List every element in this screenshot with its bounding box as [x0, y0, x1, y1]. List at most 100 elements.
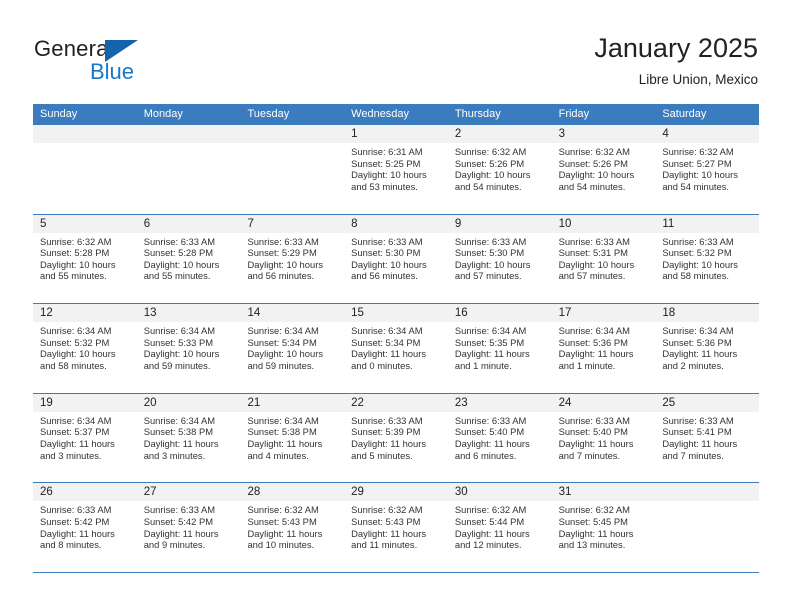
sunrise-time: Sunrise: 6:32 AM	[454, 504, 527, 516]
sunrise-time: Sunrise: 6:34 AM	[40, 325, 112, 337]
daylight-duration-line1: Daylight: 11 hours	[143, 437, 219, 449]
calendar-day-cell[interactable]: 26 Sunrise: 6:33 AM Sunset: 5:42 PM Dayligh…	[33, 483, 137, 572]
day-number: 27	[136, 483, 241, 502]
calendar-day-cell[interactable]: 23 Sunrise: 6:33 AM Sunset: 5:40 PM Dayligh…	[447, 393, 552, 483]
calendar-day-cell[interactable]: 27 Sunrise: 6:33 AM Sunset: 5:42 PM Dayligh…	[136, 483, 241, 572]
calendar-week-row: 5 Sunrise: 6:32 AM Sunset: 5:28 PM Daylight…	[33, 214, 760, 305]
calendar-day-cell-empty	[240, 125, 345, 214]
day-sun-info: Sunrise: 6:33 AM Sunset: 5:42 PM Daylight:…	[33, 501, 137, 550]
calendar-day-cell[interactable]: 9 Sunrise: 6:33 AM Sunset: 5:30 PM Daylight…	[447, 214, 552, 304]
calendar-day-cell[interactable]: 24 Sunrise: 6:33 AM Sunset: 5:40 PM Dayligh…	[551, 393, 656, 483]
day-sun-info: Sunrise: 6:32 AM Sunset: 5:45 PM Daylight:…	[552, 501, 656, 550]
day-number	[136, 125, 241, 143]
sunset-time: Sunset: 5:25 PM	[351, 157, 421, 169]
sunrise-time: Sunrise: 6:33 AM	[40, 504, 112, 516]
daylight-duration-line1: Daylight: 10 hours	[40, 258, 116, 270]
sunset-time: Sunset: 5:45 PM	[558, 515, 628, 527]
sunrise-time: Sunrise: 6:34 AM	[558, 325, 630, 337]
day-sun-info: Sunrise: 6:33 AM Sunset: 5:31 PM Daylight:…	[552, 233, 656, 282]
day-sun-info: Sunrise: 6:34 AM Sunset: 5:32 PM Daylight:…	[33, 322, 137, 371]
sunrise-time: Sunrise: 6:33 AM	[454, 414, 527, 426]
daylight-duration-line2: and 1 minute.	[454, 359, 512, 371]
calendar-day-cell[interactable]: 2 Sunrise: 6:32 AM Sunset: 5:26 PM Daylight…	[447, 125, 552, 214]
day-sun-info: Sunrise: 6:33 AM Sunset: 5:42 PM Daylight:…	[137, 501, 241, 550]
day-sun-info: Sunrise: 6:34 AM Sunset: 5:34 PM Daylight:…	[344, 322, 448, 371]
calendar-day-cell[interactable]: 14 Sunrise: 6:34 AM Sunset: 5:34 PM Dayligh…	[240, 304, 345, 393]
calendar-day-cell[interactable]: 7 Sunrise: 6:33 AM Sunset: 5:29 PM Daylight…	[240, 214, 345, 304]
day-sun-info: Sunrise: 6:32 AM Sunset: 5:44 PM Daylight:…	[448, 501, 552, 550]
day-number: 3	[551, 125, 656, 143]
day-number: 6	[136, 214, 241, 233]
calendar-day-cell[interactable]: 11 Sunrise: 6:33 AM Sunset: 5:32 PM Dayligh…	[655, 214, 760, 304]
day-number: 23	[447, 393, 552, 412]
sunset-time: Sunset: 5:38 PM	[143, 426, 214, 438]
daylight-duration-line1: Daylight: 10 hours	[247, 258, 324, 270]
day-number: 19	[33, 393, 137, 412]
daylight-duration-line1: Daylight: 11 hours	[662, 437, 738, 449]
calendar-day-cell[interactable]: 18 Sunrise: 6:34 AM Sunset: 5:36 PM Dayligh…	[655, 304, 760, 393]
calendar-day-cell[interactable]: 17 Sunrise: 6:34 AM Sunset: 5:36 PM Dayligh…	[551, 304, 656, 393]
day-sun-info: Sunrise: 6:33 AM Sunset: 5:40 PM Daylight:…	[448, 412, 552, 461]
day-sun-info: Sunrise: 6:32 AM Sunset: 5:28 PM Daylight:…	[33, 233, 137, 282]
daylight-duration-line2: and 58 minutes.	[40, 359, 107, 371]
calendar-day-cell[interactable]: 5 Sunrise: 6:32 AM Sunset: 5:28 PM Daylight…	[33, 214, 137, 304]
calendar-week-row: 19 Sunrise: 6:34 AM Sunset: 5:37 PM Dayligh…	[33, 393, 760, 484]
daylight-duration-line2: and 7 minutes.	[662, 449, 724, 461]
daylight-duration-line2: and 7 minutes.	[558, 449, 621, 461]
calendar-day-cell[interactable]: 21 Sunrise: 6:34 AM Sunset: 5:38 PM Dayligh…	[240, 393, 345, 483]
sunrise-time: Sunrise: 6:33 AM	[143, 504, 216, 516]
daylight-duration-line1: Daylight: 10 hours	[558, 169, 635, 181]
sunset-time: Sunset: 5:41 PM	[662, 426, 732, 438]
day-sun-info: Sunrise: 6:33 AM Sunset: 5:39 PM Daylight:…	[344, 412, 448, 461]
sunrise-time: Sunrise: 6:31 AM	[351, 146, 423, 157]
calendar-day-cell[interactable]: 28 Sunrise: 6:32 AM Sunset: 5:43 PM Dayligh…	[240, 483, 345, 572]
calendar-day-cell[interactable]: 3 Sunrise: 6:32 AM Sunset: 5:26 PM Daylight…	[551, 125, 656, 214]
calendar-day-cell[interactable]: 25 Sunrise: 6:33 AM Sunset: 5:41 PM Dayligh…	[655, 393, 760, 483]
calendar-day-cell-empty	[33, 125, 137, 214]
sunset-time: Sunset: 5:30 PM	[351, 247, 421, 259]
daylight-duration-line2: and 58 minutes.	[662, 270, 730, 282]
calendar-weeks: 1 Sunrise: 6:31 AM Sunset: 5:25 PM Daylight…	[33, 125, 760, 573]
sunset-time: Sunset: 5:42 PM	[40, 515, 110, 527]
daylight-duration-line2: and 12 minutes.	[454, 539, 522, 551]
calendar-day-cell[interactable]: 1 Sunrise: 6:31 AM Sunset: 5:25 PM Daylight…	[344, 125, 448, 214]
calendar-day-cell[interactable]: 12 Sunrise: 6:34 AM Sunset: 5:32 PM Dayligh…	[33, 304, 137, 393]
calendar-page: General Blue January 2025 Libre Union, M…	[0, 0, 792, 612]
day-number: 29	[344, 483, 448, 502]
calendar-day-cell[interactable]: 19 Sunrise: 6:34 AM Sunset: 5:37 PM Dayligh…	[33, 393, 137, 483]
sunset-time: Sunset: 5:36 PM	[558, 336, 628, 348]
calendar-day-cell[interactable]: 29 Sunrise: 6:32 AM Sunset: 5:43 PM Dayligh…	[344, 483, 448, 572]
day-number	[240, 125, 345, 143]
day-number: 12	[33, 304, 137, 323]
day-number: 4	[655, 125, 760, 143]
calendar-day-cell[interactable]: 31 Sunrise: 6:32 AM Sunset: 5:45 PM Dayligh…	[551, 483, 656, 572]
daylight-duration-line1: Daylight: 11 hours	[351, 437, 427, 449]
calendar-day-cell[interactable]: 15 Sunrise: 6:34 AM Sunset: 5:34 PM Dayligh…	[344, 304, 448, 393]
calendar-day-cell[interactable]: 6 Sunrise: 6:33 AM Sunset: 5:28 PM Daylight…	[136, 214, 241, 304]
daylight-duration-line2: and 56 minutes.	[351, 270, 418, 282]
daylight-duration-line1: Daylight: 10 hours	[662, 169, 738, 181]
calendar-day-cell[interactable]: 16 Sunrise: 6:34 AM Sunset: 5:35 PM Dayligh…	[447, 304, 552, 393]
calendar-day-cell[interactable]: 8 Sunrise: 6:33 AM Sunset: 5:30 PM Daylight…	[344, 214, 448, 304]
daylight-duration-line2: and 53 minutes.	[351, 180, 418, 192]
sunset-time: Sunset: 5:44 PM	[454, 515, 525, 527]
day-sun-info: Sunrise: 6:33 AM Sunset: 5:41 PM Daylight:…	[655, 412, 759, 461]
daylight-duration-line1: Daylight: 11 hours	[454, 437, 530, 449]
sunset-time: Sunset: 5:32 PM	[662, 247, 732, 259]
calendar-day-cell[interactable]: 30 Sunrise: 6:32 AM Sunset: 5:44 PM Dayligh…	[447, 483, 552, 572]
day-number: 1	[344, 125, 448, 143]
day-sun-info: Sunrise: 6:34 AM Sunset: 5:35 PM Daylight:…	[448, 322, 552, 371]
calendar-day-cell[interactable]: 20 Sunrise: 6:34 AM Sunset: 5:38 PM Dayligh…	[136, 393, 241, 483]
day-sun-info: Sunrise: 6:33 AM Sunset: 5:29 PM Daylight:…	[240, 233, 344, 282]
general-blue-logo[interactable]: General Blue	[34, 36, 164, 88]
sunrise-time: Sunrise: 6:32 AM	[558, 146, 630, 157]
day-number: 20	[136, 393, 241, 412]
day-number	[655, 483, 760, 502]
calendar-day-cell[interactable]: 10 Sunrise: 6:33 AM Sunset: 5:31 PM Dayligh…	[551, 214, 656, 304]
daylight-duration-line1: Daylight: 10 hours	[454, 258, 531, 270]
sunset-time: Sunset: 5:28 PM	[143, 247, 214, 259]
sunset-time: Sunset: 5:31 PM	[558, 247, 628, 259]
calendar-day-cell[interactable]: 22 Sunrise: 6:33 AM Sunset: 5:39 PM Dayligh…	[344, 393, 448, 483]
calendar-day-cell[interactable]: 13 Sunrise: 6:34 AM Sunset: 5:33 PM Dayligh…	[136, 304, 241, 393]
calendar-day-cell[interactable]: 4 Sunrise: 6:32 AM Sunset: 5:27 PM Daylight…	[655, 125, 760, 214]
